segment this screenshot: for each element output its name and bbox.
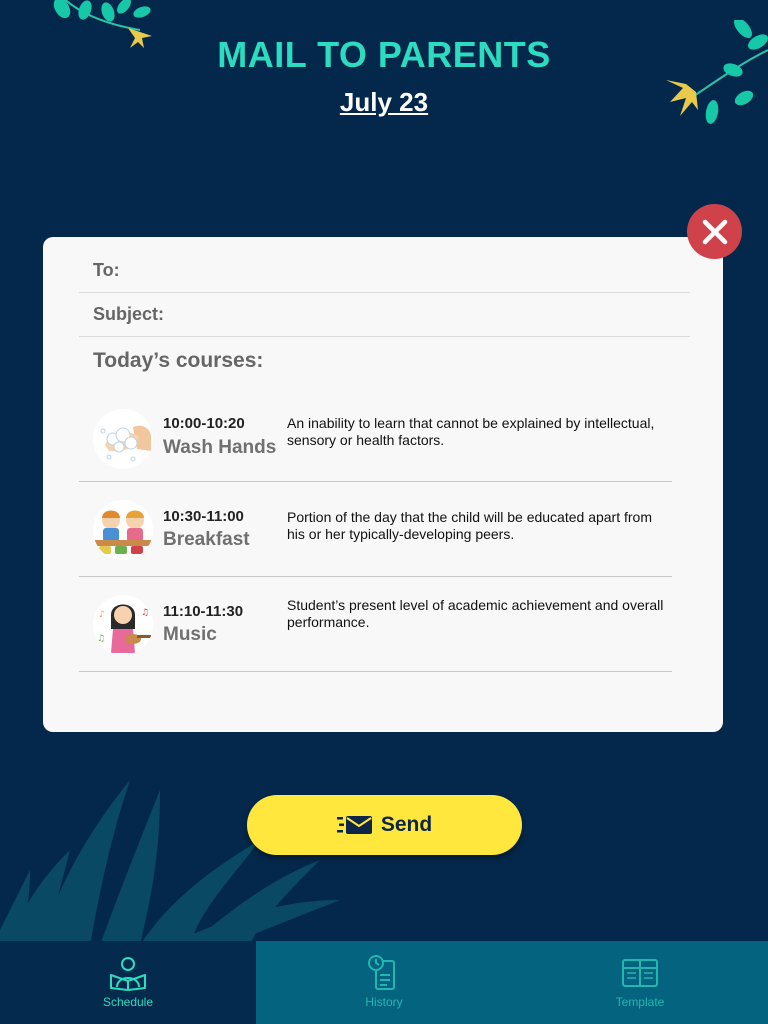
course-time: 11:10-11:30 [163,603,244,620]
course-name: Music [163,624,217,645]
tab-schedule[interactable]: Schedule [0,941,256,1024]
svg-text:♪: ♪ [99,610,105,620]
tab-history[interactable]: History [256,941,512,1024]
bottom-tab-bar: Schedule History Template [0,941,768,1024]
course-time: 10:30-11:00 [163,508,244,525]
close-button[interactable] [687,204,742,259]
course-item: ♪ ♫ ♫ 11:10-11:30 Music Student’s presen… [79,577,672,672]
clock-document-icon [368,955,395,990]
tab-label: Schedule [102,995,154,1009]
tab-template[interactable]: Template [512,941,768,1024]
wash-hands-icon [93,409,153,469]
close-icon [702,219,727,244]
course-description: Portion of the day that the child will b… [287,509,652,542]
to-field[interactable]: To: [79,249,690,293]
svg-text:♫: ♫ [97,634,105,644]
course-name: Breakfast [163,529,250,550]
subject-field[interactable]: Subject: [79,293,690,337]
reading-person-icon [110,957,146,991]
course-name: Wash Hands [163,437,277,458]
page-title: MAIL TO PARENTS [217,34,551,75]
template-grid-icon [622,959,658,987]
course-description: Student’s present level of academic achi… [287,597,664,630]
mail-fast-icon [336,816,372,834]
send-label: Send [380,813,433,836]
page-date: July 23 [339,87,429,117]
tab-label: Template [615,995,665,1009]
subject-label: Subject: [93,304,165,324]
courses-section-title: Today’s courses: [93,349,264,372]
svg-text:♫: ♫ [141,608,149,618]
send-button[interactable]: Send [247,795,522,855]
course-item: 10:00-10:20 Wash Hands An inability to l… [79,387,672,482]
tab-label: History [365,995,403,1009]
breakfast-icon [93,500,153,560]
course-item: 10:30-11:00 Breakfast Portion of the day… [79,482,672,577]
music-icon: ♪ ♫ ♫ [93,595,153,655]
to-label: To: [93,260,120,280]
course-time: 10:00-10:20 [163,415,245,432]
mail-card: To: Subject: Today’s courses: 10:00-10:2… [43,237,723,732]
course-description: An inability to learn that cannot be exp… [287,415,655,448]
